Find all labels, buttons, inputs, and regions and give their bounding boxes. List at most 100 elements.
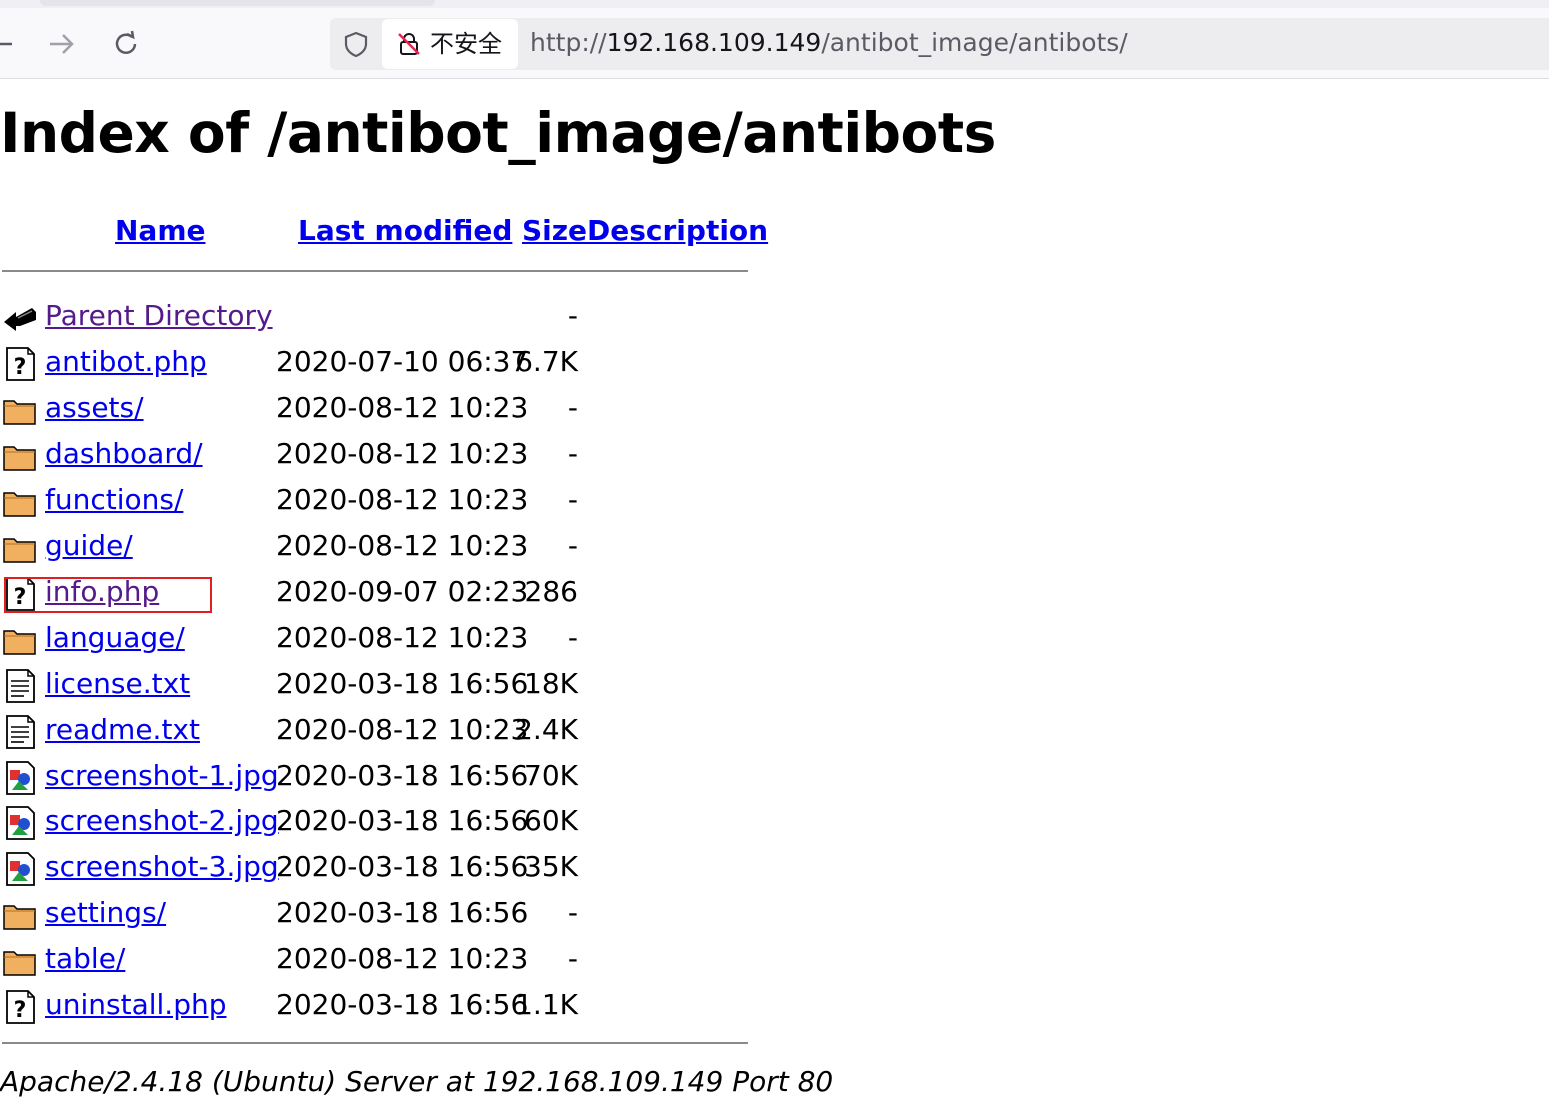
file-link-assets[interactable]: assets/: [45, 390, 144, 426]
unknown-file-icon: ?: [2, 346, 38, 382]
table-row: readme.txt 2020-08-12 10:23 2.4K: [0, 710, 760, 754]
table-row: assets/2020-08-12 10:23 -: [0, 388, 760, 432]
size-cell: -: [567, 390, 578, 424]
folder-icon: [2, 392, 38, 428]
server-signature: Apache/2.4.18 (Ubuntu) Server at 192.168…: [0, 1065, 834, 1098]
table-row: table/2020-08-12 10:23 -: [0, 939, 760, 983]
url-host: 192.168.109.149: [606, 28, 822, 57]
last-modified-cell: 2020-03-18 16:56: [276, 988, 529, 1022]
table-row: screenshot-3.jpg 2020-03-18 16:56 35K: [0, 847, 760, 891]
page-title: Index of /antibot_image/antibots: [0, 101, 996, 165]
size-cell: 286: [524, 574, 578, 608]
text-file-icon: [2, 714, 38, 750]
last-modified-cell: 2020-08-12 10:23: [276, 482, 529, 516]
reload-icon[interactable]: [110, 28, 142, 60]
table-row: language/2020-08-12 10:23 -: [0, 618, 760, 662]
last-modified-cell: 2020-08-12 10:23: [276, 390, 529, 424]
table-row: screenshot-1.jpg 2020-03-18 16:56 70K: [0, 756, 760, 800]
url-bar[interactable]: 不安全 http://192.168.109.149/antibot_image…: [330, 18, 1549, 70]
svg-text:?: ?: [14, 355, 27, 380]
last-modified-cell: 2020-03-18 16:56: [276, 850, 529, 884]
file-link-functions[interactable]: functions/: [45, 482, 183, 518]
file-link-readme-txt[interactable]: readme.txt: [45, 712, 200, 748]
last-modified-cell: 2020-03-18 16:56: [276, 666, 529, 700]
size-cell: 35K: [524, 850, 578, 884]
security-label: 不安全: [430, 30, 502, 58]
size-cell: 60K: [524, 804, 578, 838]
sort-by-size-link[interactable]: Size: [522, 214, 587, 248]
file-link-table[interactable]: table/: [45, 941, 125, 977]
last-modified-cell: 2020-08-12 10:23: [276, 712, 529, 746]
size-cell: -: [567, 299, 578, 332]
last-modified-cell: 2020-07-10 06:37: [276, 344, 529, 378]
file-link-uninstall-php[interactable]: uninstall.php: [45, 987, 227, 1023]
file-link-screenshot-1-jpg[interactable]: screenshot-1.jpg: [45, 758, 279, 794]
back-icon: [2, 300, 38, 336]
sort-by-name-link[interactable]: Name: [115, 214, 206, 248]
size-cell: 2.4K: [515, 712, 578, 746]
sort-by-description-link[interactable]: Description: [587, 214, 768, 248]
file-link-settings[interactable]: settings/: [45, 895, 166, 931]
text-file-icon: [2, 668, 38, 704]
image-file-icon: [2, 851, 38, 887]
image-file-icon: [2, 805, 38, 841]
table-row: screenshot-2.jpg 2020-03-18 16:56 60K: [0, 801, 760, 845]
table-row: dashboard/2020-08-12 10:23 -: [0, 434, 760, 478]
size-cell: 18K: [524, 666, 578, 700]
size-cell: -: [567, 896, 578, 930]
last-modified-cell: 2020-08-12 10:23: [276, 942, 529, 976]
last-modified-cell: 2020-08-12 10:23: [276, 436, 529, 470]
svg-text:?: ?: [14, 998, 27, 1023]
unknown-file-icon: ?: [2, 989, 38, 1025]
last-modified-cell: 2020-08-12 10:23: [276, 620, 529, 654]
file-link-dashboard[interactable]: dashboard/: [45, 436, 203, 472]
site-security-indicator[interactable]: 不安全: [382, 19, 518, 69]
back-arrow-icon[interactable]: [0, 28, 18, 60]
size-cell: 70K: [524, 758, 578, 792]
sort-by-last-modified-link[interactable]: Last modified: [298, 214, 512, 248]
folder-icon: [2, 943, 38, 979]
url-path: /antibot_image/antibots/: [821, 28, 1128, 57]
file-link-antibot-php[interactable]: antibot.php: [45, 344, 207, 380]
last-modified-cell: 2020-03-18 16:56: [276, 896, 529, 930]
folder-icon: [2, 622, 38, 658]
active-tab[interactable]: [40, 0, 435, 6]
folder-icon: [2, 897, 38, 933]
tracking-shield-icon[interactable]: [342, 30, 370, 58]
file-link-screenshot-3-jpg[interactable]: screenshot-3.jpg: [45, 849, 279, 885]
file-link-guide[interactable]: guide/: [45, 528, 133, 564]
table-row: ? antibot.php 2020-07-10 06:37 6.7K: [0, 342, 760, 386]
table-row: settings/2020-03-18 16:56 -: [0, 893, 760, 937]
url-scheme: http://: [530, 28, 607, 57]
size-cell: 6.7K: [515, 344, 578, 378]
folder-icon: [2, 530, 38, 566]
size-cell: -: [567, 620, 578, 654]
size-cell: -: [567, 528, 578, 562]
table-row: functions/2020-08-12 10:23 -: [0, 480, 760, 524]
last-modified-cell: 2020-09-07 02:23: [276, 574, 529, 608]
tab-strip: [0, 0, 1549, 8]
insecure-lock-icon: [398, 33, 420, 55]
folder-icon: [2, 438, 38, 474]
table-row: ? uninstall.php 2020-03-18 16:56 1.1K: [0, 985, 760, 1029]
file-link-language[interactable]: language/: [45, 620, 185, 656]
file-link-license-txt[interactable]: license.txt: [45, 666, 190, 702]
url-text[interactable]: http://192.168.109.149/antibot_image/ant…: [530, 28, 1128, 58]
file-link-parent-directory[interactable]: Parent Directory: [45, 298, 273, 334]
image-file-icon: [2, 760, 38, 796]
forward-arrow-icon[interactable]: [46, 28, 78, 60]
last-modified-cell: 2020-08-12 10:23: [276, 528, 529, 562]
footer-divider: [2, 1042, 748, 1044]
table-row: license.txt 2020-03-18 16:56 18K: [0, 664, 760, 708]
table-row: Parent Directory -: [0, 296, 760, 340]
size-cell: -: [567, 436, 578, 470]
last-modified-cell: 2020-03-18 16:56: [276, 758, 529, 792]
highlight-annotation: [4, 577, 212, 613]
folder-icon: [2, 484, 38, 520]
size-cell: 1.1K: [515, 988, 578, 1022]
last-modified-cell: 2020-03-18 16:56: [276, 804, 529, 838]
browser-toolbar: 不安全 http://192.168.109.149/antibot_image…: [0, 8, 1549, 79]
size-cell: -: [567, 942, 578, 976]
table-row: guide/2020-08-12 10:23 -: [0, 526, 760, 570]
file-link-screenshot-2-jpg[interactable]: screenshot-2.jpg: [45, 803, 279, 839]
